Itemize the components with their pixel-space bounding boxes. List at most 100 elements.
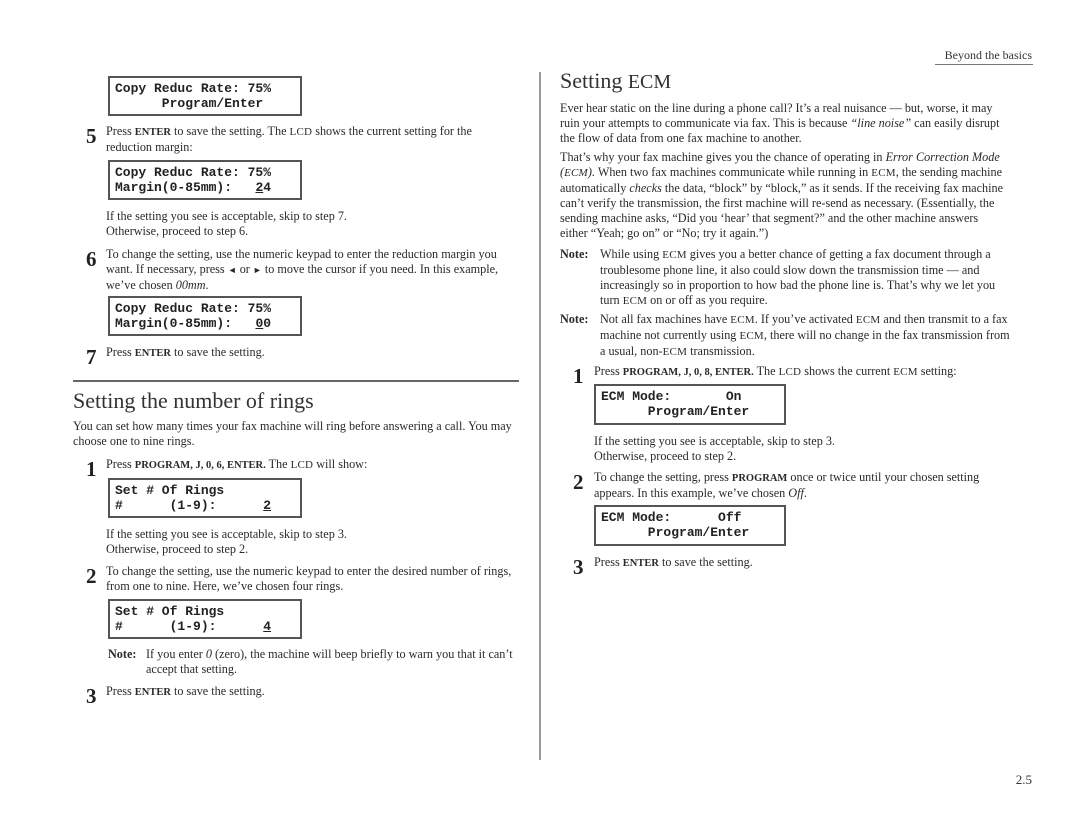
key-sequence: PROGRAM, J, 0, 8, ENTER. bbox=[622, 367, 754, 378]
heading-abbr: ECM bbox=[627, 71, 672, 93]
chosen-value: 00mm bbox=[175, 278, 206, 292]
lcd-cursor-digit: 4 bbox=[263, 619, 272, 634]
step-number: 5 bbox=[86, 124, 97, 148]
lcd-display-margin-24: Copy Reduc Rate: 75% Margin(0-85mm): 24 bbox=[108, 160, 302, 200]
step-text: Press ENTER to save the setting. bbox=[106, 684, 506, 700]
note-body: Not all fax machines have ECM. If you’ve… bbox=[600, 312, 1010, 360]
ecm-abbr: ECM bbox=[730, 314, 755, 326]
step-followup: If the setting you see is acceptable, sk… bbox=[594, 434, 1014, 464]
text: Press bbox=[594, 555, 623, 569]
lcd-digit: 0 bbox=[263, 316, 272, 331]
heading-text: Setting bbox=[560, 68, 628, 93]
step-text: Press ENTER to save the setting. bbox=[106, 345, 506, 361]
lcd-line-2-prefix: Margin(0-85mm): bbox=[115, 316, 256, 331]
text: Press bbox=[106, 457, 135, 471]
lcd-digit: 4 bbox=[263, 180, 272, 195]
ecm-abbr: ECM bbox=[662, 249, 687, 261]
step-text: To change the setting, press PROGRAM onc… bbox=[594, 470, 1014, 501]
ecm-abbr: ECM bbox=[622, 295, 648, 307]
note-label: Note: bbox=[560, 247, 589, 261]
text: to save the setting. bbox=[170, 345, 265, 359]
lcd-cursor-digit: 2 bbox=[263, 498, 272, 513]
lcd-line-2: Program/Enter bbox=[115, 96, 264, 111]
section-rule bbox=[73, 380, 519, 382]
lcd-display-rings-4: Set # Of Rings # (1-9): 4 bbox=[108, 599, 302, 639]
text: or bbox=[236, 262, 253, 276]
emphasis: “line noise” bbox=[850, 116, 912, 130]
lcd-line-1: ECM Mode: Off bbox=[601, 510, 742, 525]
ecm-paragraph-1: Ever hear static on the line during a ph… bbox=[560, 101, 1015, 146]
lcd-display-ecm-on: ECM Mode: On Program/Enter bbox=[594, 384, 786, 425]
step-text: To change the setting, use the numeric k… bbox=[106, 247, 521, 293]
emphasis: checks bbox=[629, 181, 662, 195]
text: The bbox=[265, 457, 291, 471]
step-number: 1 bbox=[86, 457, 97, 481]
note: Note: While using ECM gives you a better… bbox=[560, 247, 1010, 309]
step-number: 2 bbox=[86, 564, 97, 588]
right-arrow-icon: ► bbox=[252, 265, 262, 275]
step-number: 6 bbox=[86, 247, 97, 271]
lcd-display-reduc-rate: Copy Reduc Rate: 75% Program/Enter bbox=[108, 76, 302, 116]
key-enter: ENTER bbox=[134, 348, 171, 359]
text: will show: bbox=[313, 457, 368, 471]
ecm-abbr: ECM bbox=[564, 167, 588, 179]
key-sequence: PROGRAM, J, 0, 6, ENTER. bbox=[134, 460, 266, 471]
text: The bbox=[753, 364, 779, 378]
lcd-display-rings-2: Set # Of Rings # (1-9): 2 bbox=[108, 478, 302, 518]
note-body: If you enter 0 (zero), the machine will … bbox=[146, 647, 518, 677]
text: Not all fax machines have bbox=[600, 312, 731, 326]
header-rule bbox=[935, 64, 1033, 65]
note-label: Note: bbox=[560, 312, 589, 326]
text: setting: bbox=[917, 364, 957, 378]
lcd-abbr: LCD bbox=[290, 459, 314, 471]
lcd-display-ecm-off: ECM Mode: Off Program/Enter bbox=[594, 505, 786, 546]
ecm-abbr: ECM bbox=[871, 167, 896, 179]
step-followup: If the setting you see is acceptable, sk… bbox=[106, 527, 516, 557]
text: . If you’ve activated bbox=[754, 312, 856, 326]
text: to save the setting. bbox=[170, 684, 265, 698]
key-enter: ENTER bbox=[134, 687, 171, 698]
note: Note: Not all fax machines have ECM. If … bbox=[560, 312, 1010, 360]
text: transmission. bbox=[687, 344, 755, 358]
step-number: 3 bbox=[573, 555, 584, 579]
key-enter: ENTER bbox=[622, 558, 659, 569]
running-header: Beyond the basics bbox=[945, 48, 1032, 63]
text: To change the setting, press bbox=[594, 470, 732, 484]
text: to save the setting. bbox=[658, 555, 753, 569]
text-line: Otherwise, proceed to step 2. bbox=[106, 542, 249, 556]
step-text: Press ENTER to save the setting. The LCD… bbox=[106, 124, 506, 155]
text-line: If the setting you see is acceptable, sk… bbox=[594, 434, 835, 448]
text: on or off as you require. bbox=[647, 293, 768, 307]
section-intro: You can set how many times your fax mach… bbox=[73, 419, 512, 448]
page-number: 2.5 bbox=[1015, 772, 1032, 787]
step-number: 3 bbox=[86, 684, 97, 708]
text: When two fax machines communicate while … bbox=[595, 165, 872, 179]
lcd-line-1: Copy Reduc Rate: 75% bbox=[115, 301, 272, 316]
ecm-abbr: ECM bbox=[662, 346, 688, 358]
text-line: Otherwise, proceed to step 2. bbox=[594, 449, 737, 463]
lcd-line-2-prefix: Margin(0-85mm): bbox=[115, 180, 256, 195]
step-followup: If the setting you see is acceptable, sk… bbox=[106, 209, 516, 239]
ecm-abbr: ECM bbox=[893, 366, 918, 378]
step-text: Press PROGRAM, J, 0, 8, ENTER. The LCD s… bbox=[594, 364, 1024, 380]
lcd-line-1: Set # Of Rings bbox=[115, 604, 225, 619]
section-heading-ecm: Setting ECM bbox=[560, 68, 671, 95]
lcd-line-1: Copy Reduc Rate: 75% bbox=[115, 165, 272, 180]
step-number: 2 bbox=[573, 470, 584, 494]
step-text: Press ENTER to save the setting. bbox=[594, 555, 1014, 571]
emphasis: ). bbox=[587, 165, 595, 179]
text: While using bbox=[600, 247, 663, 261]
lcd-line-1: Copy Reduc Rate: 75% bbox=[115, 81, 272, 96]
lcd-abbr: LCD bbox=[289, 126, 313, 138]
lcd-line-2-prefix: # (1-9): bbox=[115, 498, 264, 513]
ecm-abbr: ECM bbox=[739, 330, 764, 342]
chosen-value: Off bbox=[788, 486, 804, 500]
text: shows the current bbox=[801, 364, 894, 378]
step-number: 7 bbox=[86, 345, 97, 369]
ecm-abbr: ECM bbox=[855, 314, 881, 326]
lcd-line-1: Set # Of Rings bbox=[115, 483, 225, 498]
step-text: To change the setting, use the numeric k… bbox=[106, 564, 512, 593]
text-line: If the setting you see is acceptable, sk… bbox=[106, 209, 347, 223]
text: Press bbox=[594, 364, 623, 378]
text: Press bbox=[106, 684, 135, 698]
